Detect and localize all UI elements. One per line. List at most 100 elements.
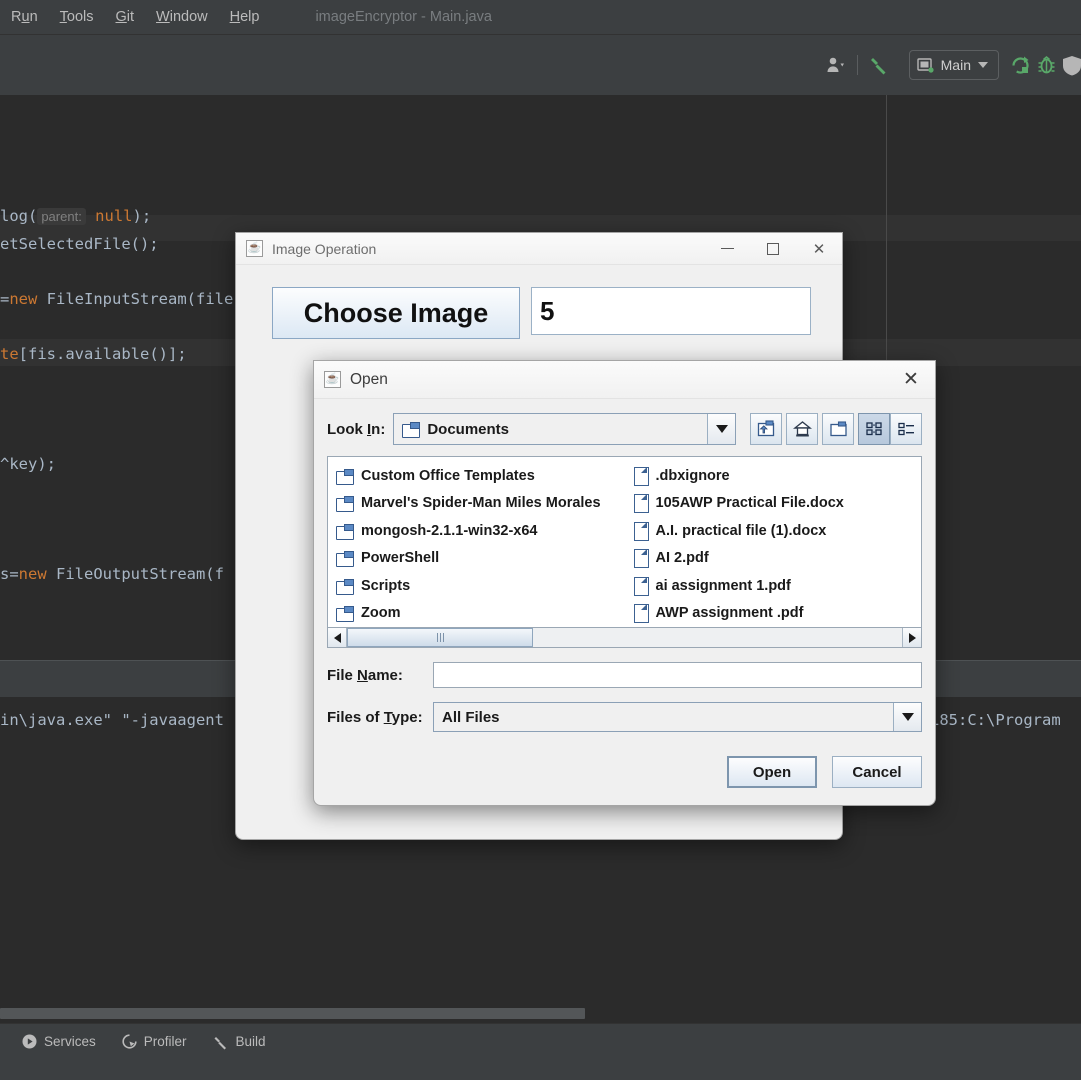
up-one-level-icon[interactable] xyxy=(750,413,782,445)
menu-tools[interactable]: Tools xyxy=(49,0,105,35)
chevron-down-icon[interactable] xyxy=(707,414,735,444)
run-configuration-label: Main xyxy=(940,57,971,73)
list-item-label: .dbxignore xyxy=(655,467,730,484)
scrollbar-track[interactable] xyxy=(347,628,902,647)
menu-run[interactable]: Run xyxy=(0,0,49,35)
run-configuration-selector[interactable]: Main xyxy=(908,50,999,80)
hammer-build-icon[interactable] xyxy=(866,51,892,79)
code-line: log(parent: null); xyxy=(0,207,152,225)
ide-menu-bar: Run Tools Git Window Help imageEncryptor… xyxy=(0,0,1081,35)
code-line: s=new FileOutputStream(f xyxy=(0,565,224,583)
ide-status-bar: Services Profiler Build xyxy=(0,1023,1081,1059)
java-coffee-cup-icon: ☕ xyxy=(324,371,341,388)
code-line: =new FileInputStream(file); xyxy=(0,290,252,308)
menu-help[interactable]: Help xyxy=(219,0,271,35)
list-item-label: Zoom xyxy=(361,605,401,622)
maximize-icon[interactable] xyxy=(750,233,796,264)
file-name-row: File Name: xyxy=(327,662,922,688)
file-chooser-toolbar xyxy=(750,413,922,445)
file-icon xyxy=(633,466,649,486)
choose-image-button[interactable]: Choose Image xyxy=(272,287,520,339)
files-of-type-combobox[interactable]: All Files xyxy=(433,702,922,732)
list-item[interactable]: PowerShell xyxy=(336,545,625,573)
console-horizontal-scrollbar[interactable] xyxy=(0,1008,585,1019)
home-icon[interactable] xyxy=(786,413,818,445)
ide-bottom-strip xyxy=(0,1059,1081,1080)
scroll-left-icon[interactable] xyxy=(328,628,347,647)
code-line: etSelectedFile(); xyxy=(0,235,159,253)
file-list-horizontal-scrollbar[interactable] xyxy=(327,628,922,648)
list-item[interactable]: Custom Office Templates xyxy=(336,462,625,490)
status-item-profiler[interactable]: Profiler xyxy=(122,1034,187,1049)
status-label: Services xyxy=(44,1034,96,1049)
cancel-button[interactable]: Cancel xyxy=(832,756,922,788)
list-item[interactable]: Scripts xyxy=(336,572,625,600)
minimize-icon[interactable] xyxy=(704,233,750,264)
folder-icon xyxy=(336,578,354,595)
list-item[interactable]: 105AWP Practical File.docx xyxy=(633,490,922,518)
file-icon xyxy=(633,521,649,541)
ide-toolbar: Main xyxy=(0,35,1081,95)
menu-window[interactable]: Window xyxy=(145,0,219,35)
file-list[interactable]: Custom Office Templates Marvel's Spider-… xyxy=(327,456,922,628)
application-window-icon xyxy=(916,57,934,73)
list-item[interactable]: Marvel's Spider-Man Miles Morales xyxy=(336,490,625,518)
scroll-right-icon[interactable] xyxy=(902,628,921,647)
file-icon xyxy=(633,494,649,514)
files-of-type-label: Files of Type: xyxy=(327,708,423,726)
file-icon xyxy=(633,549,649,569)
list-item[interactable]: ai assignment 1.pdf xyxy=(633,572,922,600)
files-of-type-row: Files of Type: All Files xyxy=(327,702,922,732)
open-file-dialog[interactable]: ☕ Open ✕ Look In: Documents Custom Offic… xyxy=(313,360,936,806)
list-item[interactable]: Zoom xyxy=(336,600,625,628)
look-in-label: Look In: xyxy=(327,420,386,438)
profiler-icon xyxy=(122,1034,137,1049)
list-item[interactable]: AI 2.pdf xyxy=(633,545,922,573)
open-button[interactable]: Open xyxy=(727,756,817,788)
files-of-type-value: All Files xyxy=(442,708,500,726)
console-output-left: in\java.exe" "-javaagent xyxy=(0,711,224,729)
file-name-input[interactable] xyxy=(433,662,922,688)
hammer-build-icon xyxy=(214,1036,226,1049)
look-in-value: Documents xyxy=(427,420,510,438)
code-line: ^key); xyxy=(0,455,56,473)
chevron-down-icon[interactable] xyxy=(978,62,988,68)
coverage-shield-icon[interactable] xyxy=(1059,51,1081,79)
status-item-build[interactable]: Build xyxy=(213,1034,266,1050)
open-dialog-title-bar[interactable]: ☕ Open ✕ xyxy=(314,361,935,399)
user-account-icon[interactable] xyxy=(823,51,849,79)
java-coffee-cup-icon: ☕ xyxy=(246,240,263,257)
key-input-field[interactable]: 5 xyxy=(531,287,811,335)
file-icon xyxy=(633,604,649,624)
chevron-down-icon[interactable] xyxy=(893,703,921,731)
toolbar-divider xyxy=(856,55,858,75)
list-item[interactable]: AWP assignment .pdf xyxy=(633,600,922,628)
close-icon[interactable]: ✕ xyxy=(887,361,935,398)
folder-icon xyxy=(336,606,354,623)
list-item[interactable]: .dbxignore xyxy=(633,462,922,490)
list-item-label: PowerShell xyxy=(361,550,440,567)
file-list-column-folders: Custom Office Templates Marvel's Spider-… xyxy=(328,462,625,627)
image-operation-title-bar[interactable]: ☕ Image Operation ✕ xyxy=(236,233,842,265)
list-item-label: AI 2.pdf xyxy=(655,550,709,567)
debug-bug-icon[interactable] xyxy=(1033,51,1059,79)
list-item[interactable]: A.I. practical file (1).docx xyxy=(633,517,922,545)
details-view-icon[interactable] xyxy=(890,413,922,445)
look-in-row: Look In: Documents xyxy=(327,413,922,445)
run-icon[interactable] xyxy=(1007,51,1033,79)
new-folder-icon[interactable] xyxy=(822,413,854,445)
folder-icon xyxy=(336,523,354,540)
list-item-label: AWP assignment .pdf xyxy=(655,605,804,622)
list-item[interactable]: mongosh-2.1.1-win32-x64 xyxy=(336,517,625,545)
menu-git[interactable]: Git xyxy=(105,0,146,35)
look-in-combobox[interactable]: Documents xyxy=(393,413,736,445)
scrollbar-thumb[interactable] xyxy=(347,628,533,647)
list-view-icon[interactable] xyxy=(858,413,890,445)
folder-icon xyxy=(336,551,354,568)
close-icon[interactable]: ✕ xyxy=(796,233,842,264)
project-title: imageEncryptor - Main.java xyxy=(315,9,492,25)
status-item-services[interactable]: Services xyxy=(22,1034,96,1049)
list-item-label: mongosh-2.1.1-win32-x64 xyxy=(361,522,538,539)
code-line: te[fis.available()]; xyxy=(0,345,187,363)
list-item-label: ai assignment 1.pdf xyxy=(655,577,791,594)
